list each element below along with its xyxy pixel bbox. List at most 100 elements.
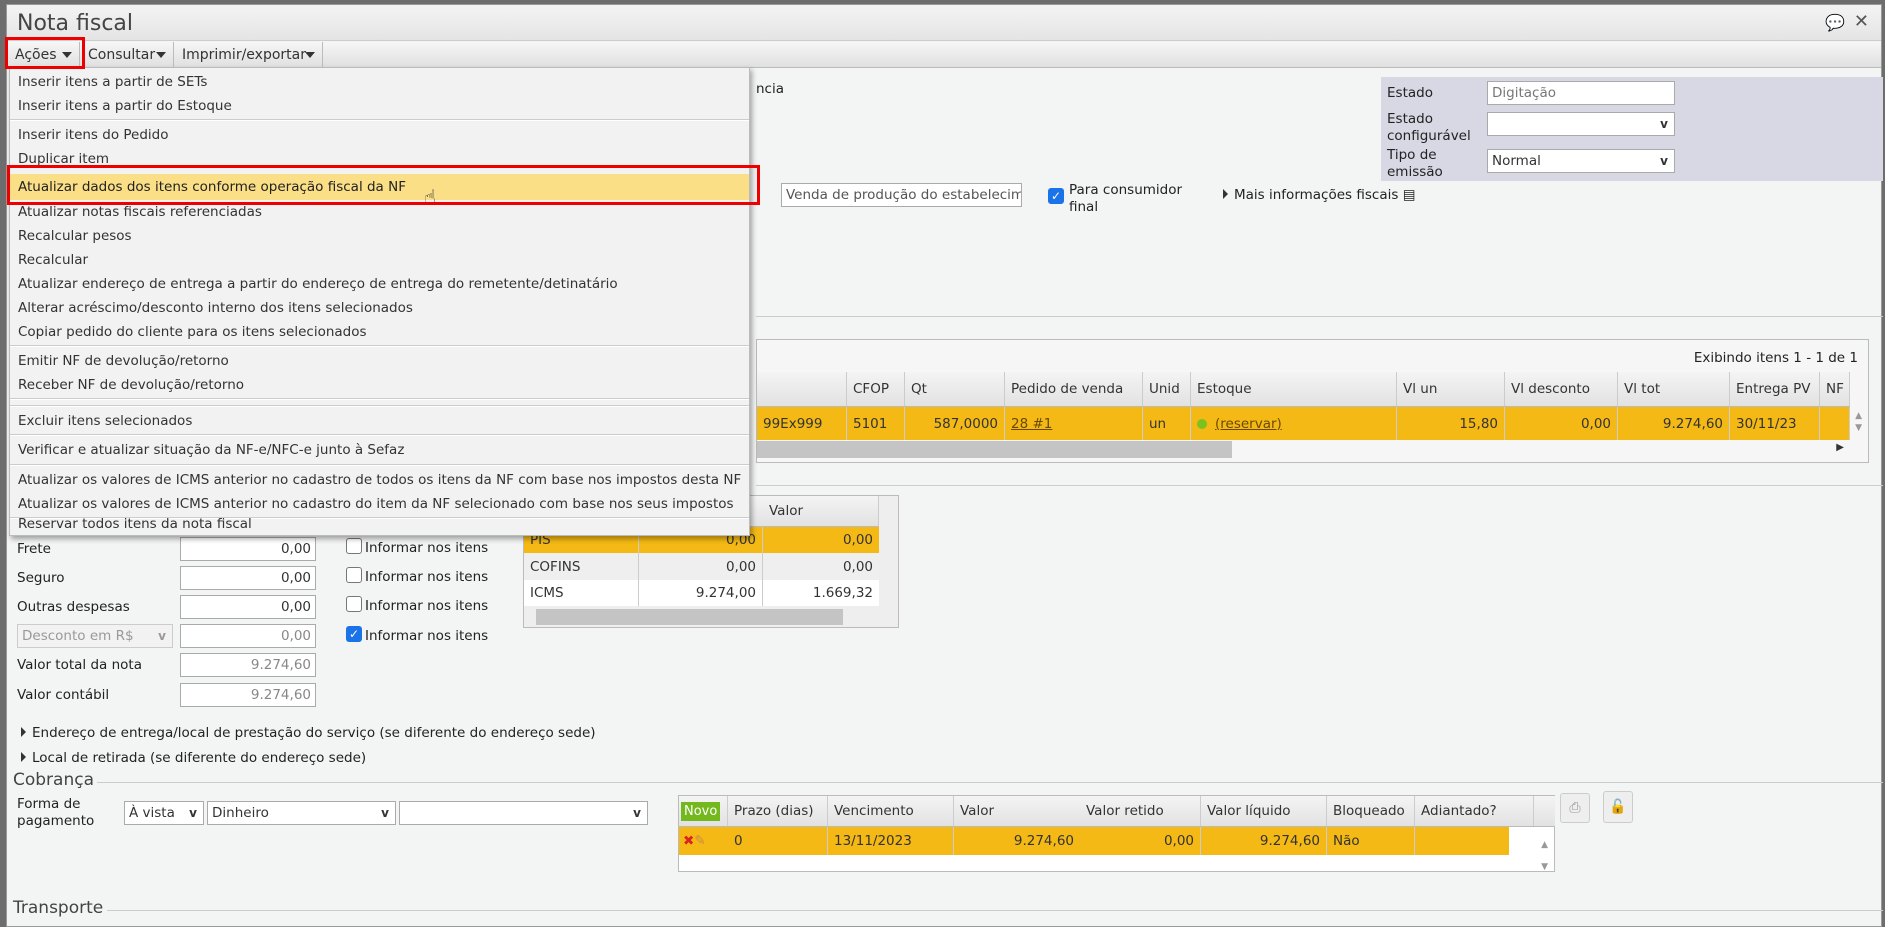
consultar-menu-button[interactable]: Consultar <box>80 42 174 68</box>
menu-item[interactable]: Inserir itens do Pedido <box>10 123 749 147</box>
delete-icon[interactable]: ✖ <box>683 833 694 849</box>
col-qt[interactable]: Qt <box>905 372 1005 406</box>
informar-label: Informar nos itens <box>365 598 489 614</box>
status-dot-icon <box>1197 418 1207 429</box>
consumidor-final-checkbox[interactable]: ✓ <box>1048 188 1064 204</box>
menu-item[interactable]: Excluir itens selecionados <box>10 409 749 433</box>
mais-info-label: Mais informações fiscais <box>1234 187 1399 203</box>
cell-prazo: 0 <box>728 827 828 855</box>
desconto-input[interactable]: 0,00 <box>180 624 316 648</box>
menu-separator <box>10 464 749 466</box>
menu-item[interactable]: Copiar pedido do cliente para os itens s… <box>10 320 749 344</box>
chevron-down-icon: v <box>633 806 641 820</box>
novo-button[interactable]: Novo <box>681 801 721 821</box>
comment-icon[interactable]: 💬 <box>1825 13 1845 32</box>
col-adiantado[interactable]: Adiantado? <box>1415 796 1534 826</box>
table-row[interactable]: ICMS 9.274,00 1.669,32 <box>524 580 879 606</box>
outras-despesas-input[interactable]: 0,00 <box>180 595 316 619</box>
vertical-scroll-icon[interactable]: ▲ ▼ <box>1855 410 1862 434</box>
table-row[interactable]: ✖ ✎ 0 13/11/2023 9.274,60 0,00 9.274,60 N… <box>679 827 1509 855</box>
menu-item[interactable]: Alterar acréscimo/desconto interno dos i… <box>10 296 749 320</box>
desconto-type-select[interactable]: Desconto em R$ v <box>17 624 173 648</box>
col-vl-un[interactable]: Vl un <box>1397 372 1505 406</box>
tipo-emissao-value: Normal <box>1492 153 1541 169</box>
reservar-link[interactable]: (reservar) <box>1215 416 1282 432</box>
col-bloqueado[interactable]: Bloqueado <box>1327 796 1415 826</box>
informar-outras-checkbox[interactable] <box>346 596 362 612</box>
parcelas-grid: Novo Prazo (dias) Vencimento Valor Valor… <box>678 795 1555 872</box>
col-valor[interactable]: Valor <box>763 496 879 526</box>
frete-input[interactable]: 0,00 <box>180 537 316 561</box>
divider <box>97 782 1883 783</box>
menu-item[interactable]: Emitir NF de devolução/retorno <box>10 349 749 373</box>
seguro-label: Seguro <box>17 570 65 586</box>
chevron-down-icon: v <box>1660 154 1668 168</box>
tax-valor: 0,00 <box>842 558 873 575</box>
endereco-entrega-link[interactable]: Endereço de entrega/local de prestação d… <box>21 725 596 742</box>
horizontal-scrollbar[interactable] <box>757 441 1232 458</box>
col-estoque[interactable]: Estoque <box>1191 372 1397 406</box>
close-icon[interactable]: ✕ <box>1854 11 1869 32</box>
natureza-operacao-field[interactable]: Venda de produção do estabelecime <box>781 183 1022 207</box>
valor-contabil-field: 9.274,60 <box>180 683 316 707</box>
col-pedido[interactable]: Pedido de venda <box>1005 372 1143 406</box>
forma-select-1[interactable]: À vista v <box>124 801 204 825</box>
menu-separator <box>10 434 749 436</box>
col-valor-liquido[interactable]: Valor líquido <box>1201 796 1327 826</box>
seguro-input[interactable]: 0,00 <box>180 566 316 590</box>
nota-fiscal-window: Nota fiscal 💬 ✕ Ações Consultar Imprimir… <box>5 4 1883 927</box>
tax-valor: 0,00 <box>842 532 873 548</box>
informar-label: Informar nos itens <box>365 540 489 556</box>
col-vl-desconto[interactable]: Vl desconto <box>1505 372 1618 406</box>
items-grid: Exibindo itens 1 - 1 de 1 CFOP Qt Pedido… <box>756 339 1869 463</box>
outras-despesas-label: Outras despesas <box>17 599 130 615</box>
menu-item[interactable]: Verificar e atualizar situação da NF-e/N… <box>10 438 749 462</box>
edit-pencil-icon[interactable]: ✎ <box>694 833 705 849</box>
col-entrega-pv[interactable]: Entrega PV <box>1730 372 1820 406</box>
mais-informacoes-link[interactable]: Mais informações fiscais ▤ <box>1223 187 1415 204</box>
imprimir-label: Imprimir/exportar <box>182 47 306 63</box>
unlock-icon[interactable]: 🔓 <box>1603 791 1633 823</box>
table-row[interactable]: 99Ex999 5101 587,0000 28 #1 un (reservar… <box>757 407 1850 440</box>
divider <box>756 316 1883 317</box>
col-vencimento[interactable]: Vencimento <box>828 796 954 826</box>
vertical-scroll-icon[interactable]: ▲ ▼ <box>1541 834 1548 878</box>
col-nf[interactable]: NF <box>1820 372 1850 406</box>
col-code <box>757 372 847 406</box>
estado-configuravel-select[interactable]: v <box>1487 112 1675 136</box>
menu-item[interactable]: Recalcular <box>10 248 749 272</box>
pedido-link[interactable]: 28 #1 <box>1011 416 1052 432</box>
expand-triangle-icon <box>1223 189 1228 199</box>
table-row[interactable]: COFINS 0,00 0,00 <box>524 553 879 580</box>
menu-item[interactable]: Reservar todos itens da nota fiscal <box>10 512 749 536</box>
menu-item[interactable]: Atualizar os valores de ICMS anterior no… <box>10 468 749 492</box>
tax-base: 9.274,00 <box>639 580 763 606</box>
col-unid[interactable]: Unid <box>1143 372 1191 406</box>
forma-select-3[interactable]: v <box>399 801 648 825</box>
menu-item[interactable]: Inserir itens a partir de SETs <box>10 70 749 94</box>
cell-cfop: 5101 <box>847 407 905 440</box>
local-retirada-link[interactable]: Local de retirada (se diferente do ender… <box>21 750 366 767</box>
tipo-emissao-select[interactable]: Normal v <box>1487 149 1675 173</box>
col-prazo[interactable]: Prazo (dias) <box>728 796 828 826</box>
menu-item[interactable]: Atualizar endereço de entrega a partir d… <box>10 272 749 296</box>
col-cfop[interactable]: CFOP <box>847 372 905 406</box>
informar-desconto-checkbox[interactable]: ✓ <box>346 626 362 642</box>
col-valor-retido[interactable]: Valor retido <box>1080 796 1201 826</box>
informar-seguro-checkbox[interactable] <box>346 567 362 583</box>
forma-select-2[interactable]: Dinheiro v <box>207 801 396 825</box>
menu-separator <box>10 119 749 121</box>
estado-configuravel-label: Estado configurável <box>1387 111 1471 144</box>
menu-item[interactable]: Recalcular pesos <box>10 224 749 248</box>
forma-pagamento-label: Forma de pagamento <box>17 796 95 829</box>
menu-item[interactable]: Receber NF de devolução/retorno <box>10 373 749 397</box>
col-valor[interactable]: Valor <box>954 796 1080 826</box>
menu-item[interactable]: Inserir itens a partir do Estoque <box>10 94 749 118</box>
informar-frete-checkbox[interactable] <box>346 538 362 554</box>
scroll-right-icon[interactable]: ▶ <box>1836 442 1844 453</box>
endereco-entrega-label: Endereço de entrega/local de prestação d… <box>32 725 596 741</box>
col-vl-tot[interactable]: Vl tot <box>1618 372 1730 406</box>
print-icon[interactable]: ⎙ <box>1560 793 1590 823</box>
horizontal-scrollbar[interactable] <box>536 609 843 625</box>
imprimir-menu-button[interactable]: Imprimir/exportar <box>174 42 323 68</box>
